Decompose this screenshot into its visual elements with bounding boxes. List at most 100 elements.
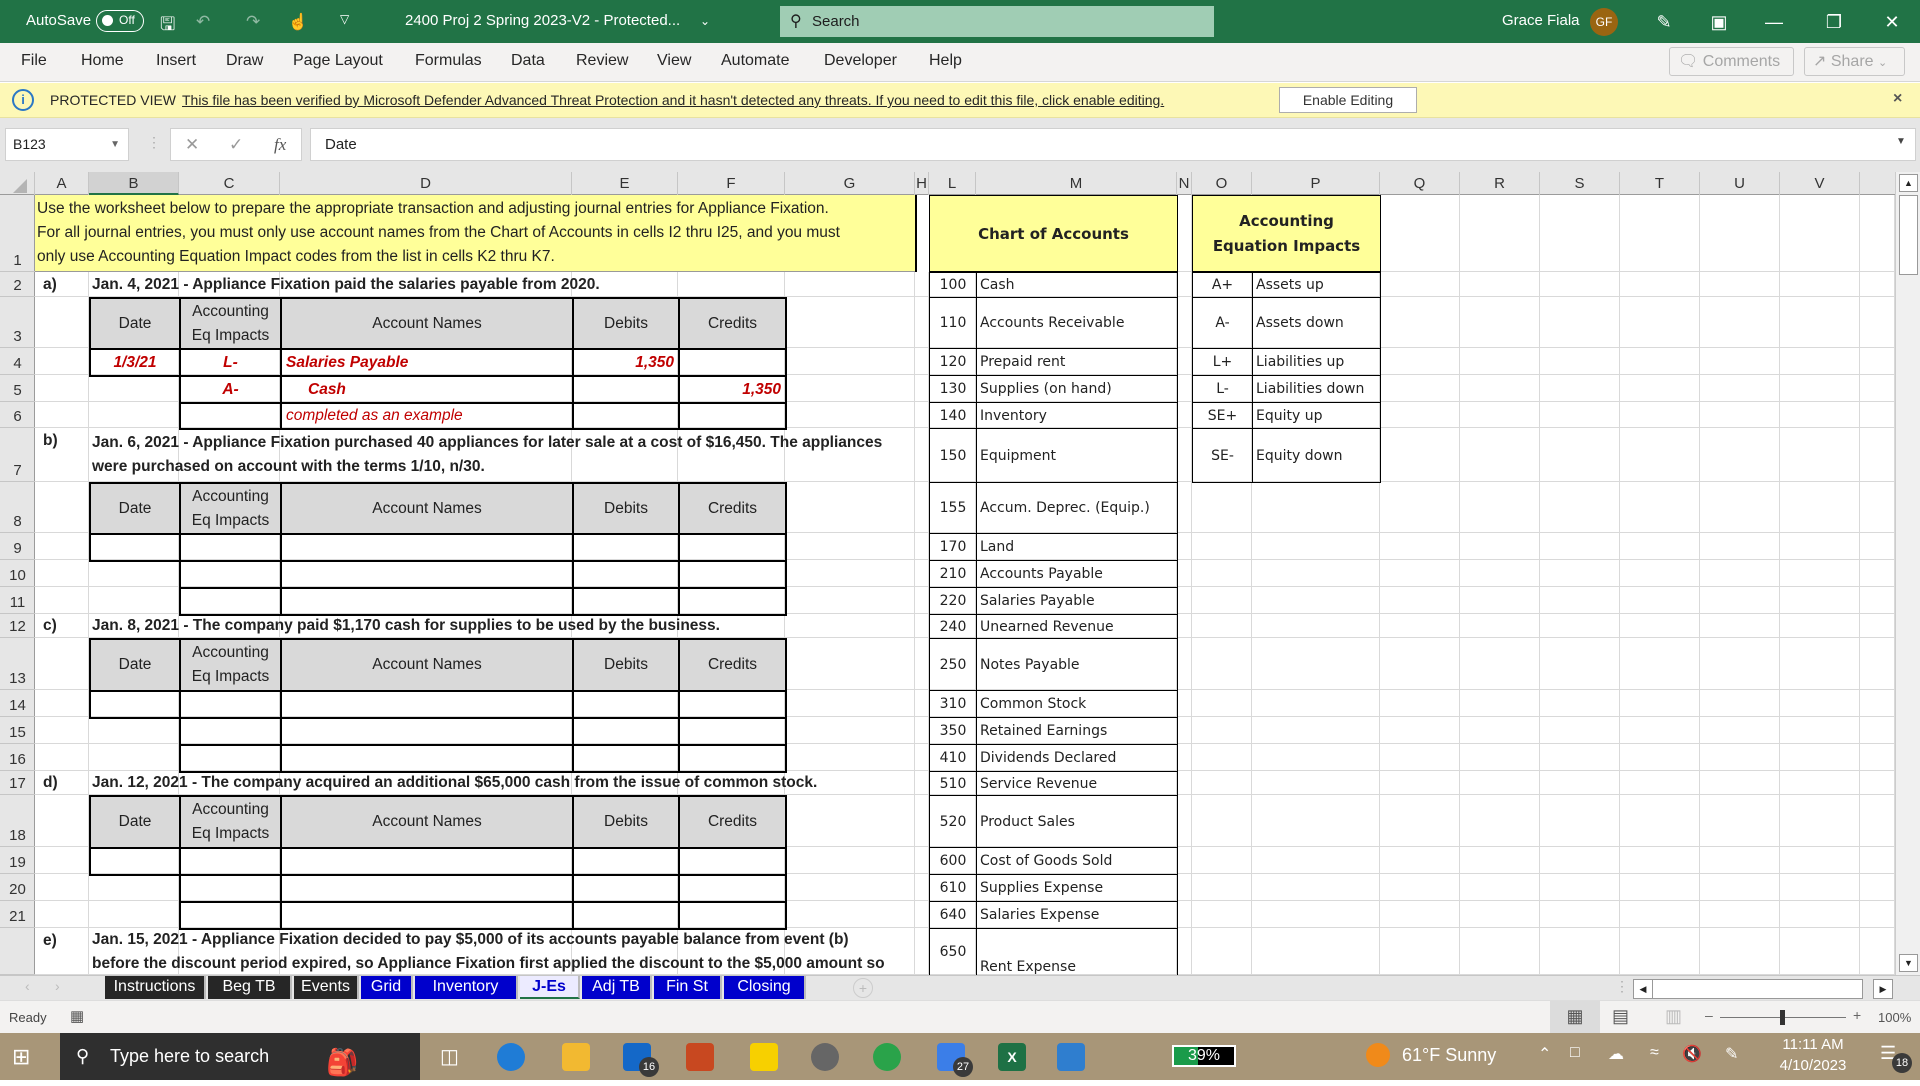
journal-cell-credits[interactable] bbox=[678, 587, 787, 616]
sheet-tab-adj-tb[interactable]: Adj TB bbox=[582, 976, 652, 999]
journal-cell-impacts[interactable] bbox=[179, 587, 282, 616]
journal-cell-accounts[interactable] bbox=[280, 690, 574, 719]
journal-cell-debits[interactable] bbox=[572, 744, 680, 773]
column-header[interactable]: G bbox=[785, 172, 915, 195]
row-header[interactable]: 4 bbox=[0, 348, 35, 375]
restore-icon[interactable]: ❐ bbox=[1820, 8, 1848, 36]
undo-icon[interactable]: ↶ bbox=[196, 12, 210, 32]
row-header[interactable]: 10 bbox=[0, 560, 35, 587]
edge-icon[interactable] bbox=[497, 1043, 525, 1071]
journal-cell-accounts[interactable] bbox=[280, 901, 574, 930]
redo-icon[interactable]: ↷ bbox=[246, 12, 260, 32]
share-button[interactable]: ↗ Share ⌄ bbox=[1804, 47, 1905, 76]
journal-cell-credits[interactable] bbox=[678, 402, 787, 430]
journal-cell-impacts[interactable] bbox=[179, 690, 282, 719]
journal-cell-debits[interactable] bbox=[572, 560, 680, 589]
zoom-in-icon[interactable]: + bbox=[1853, 1007, 1861, 1023]
journal-cell-debits[interactable] bbox=[572, 690, 680, 719]
user-name[interactable]: Grace Fiala bbox=[1502, 12, 1580, 29]
wifi-icon[interactable]: ≈ bbox=[1650, 1044, 1659, 1062]
row-header[interactable]: 6 bbox=[0, 402, 35, 428]
journal-cell-credits[interactable] bbox=[678, 533, 787, 562]
windows-start-icon[interactable]: ⊞ bbox=[12, 1044, 30, 1070]
row-header[interactable]: 2 bbox=[0, 272, 35, 297]
column-header[interactable]: A bbox=[35, 172, 89, 195]
zoom-slider-thumb[interactable] bbox=[1780, 1010, 1785, 1025]
journal-cell-debits[interactable] bbox=[572, 901, 680, 930]
scroll-up-icon[interactable]: ▲ bbox=[1899, 174, 1918, 192]
sheet-tab-inventory[interactable]: Inventory bbox=[415, 976, 518, 999]
journal-cell-debits[interactable] bbox=[572, 587, 680, 616]
mail-icon[interactable]: 16 bbox=[623, 1043, 659, 1077]
row-header[interactable]: 18 bbox=[0, 795, 35, 847]
app-icon[interactable] bbox=[873, 1043, 901, 1071]
battery-indicator[interactable]: 39% bbox=[1172, 1045, 1236, 1067]
row-header[interactable]: 14 bbox=[0, 690, 35, 717]
journal-cell-date[interactable] bbox=[89, 847, 181, 876]
meet-now-icon[interactable]: □ bbox=[1570, 1044, 1580, 1062]
taskbar-search[interactable]: ⚲ Type here to search 🎒 bbox=[60, 1033, 420, 1080]
journal-cell-debits[interactable] bbox=[572, 375, 680, 404]
journal-cell-credits[interactable] bbox=[678, 744, 787, 773]
app-icon[interactable] bbox=[686, 1043, 714, 1071]
journal-cell-accounts[interactable]: Salaries Payable bbox=[280, 348, 574, 377]
tab-draw[interactable]: Draw bbox=[226, 52, 263, 70]
journal-cell-credits[interactable] bbox=[678, 690, 787, 719]
journal-cell-date[interactable] bbox=[89, 533, 181, 562]
document-title[interactable]: 2400 Proj 2 Spring 2023-V2 - Protected..… bbox=[405, 12, 680, 29]
column-header[interactable]: P bbox=[1252, 172, 1380, 195]
sheet-tab-closing[interactable]: Closing bbox=[724, 976, 806, 999]
journal-cell-accounts[interactable]: Cash bbox=[280, 375, 574, 404]
close-icon[interactable]: ✕ bbox=[1878, 8, 1906, 36]
vertical-scroll-thumb[interactable] bbox=[1899, 195, 1918, 275]
column-header[interactable]: S bbox=[1540, 172, 1620, 195]
todo-icon[interactable]: 27 bbox=[937, 1043, 973, 1077]
new-sheet-icon[interactable]: + bbox=[853, 978, 873, 998]
column-header[interactable]: R bbox=[1460, 172, 1540, 195]
minimize-icon[interactable]: — bbox=[1760, 8, 1788, 36]
name-box[interactable]: B123 ▼ bbox=[5, 128, 129, 161]
worksheet-grid[interactable]: Use the worksheet below to prepare the a… bbox=[35, 195, 1895, 975]
clock-icon[interactable] bbox=[811, 1043, 839, 1071]
row-header[interactable]: 15 bbox=[0, 717, 35, 744]
accessibility-icon[interactable]: ▦ bbox=[70, 1007, 84, 1025]
journal-cell-impacts[interactable] bbox=[179, 717, 282, 746]
sticky-notes-icon[interactable] bbox=[750, 1043, 778, 1071]
autosave-toggle[interactable]: Off bbox=[96, 10, 144, 32]
horizontal-scrollbar[interactable]: ◀ bbox=[1633, 979, 1863, 999]
journal-cell-credits[interactable]: 1,350 bbox=[678, 375, 787, 404]
select-all[interactable] bbox=[0, 172, 35, 195]
task-view-icon[interactable]: ◫ bbox=[440, 1044, 459, 1069]
journal-cell-credits[interactable] bbox=[678, 348, 787, 377]
save-icon[interactable]: 🖫 bbox=[160, 12, 175, 42]
enter-icon[interactable]: ✓ bbox=[229, 129, 243, 160]
formula-input[interactable]: Date bbox=[310, 128, 1916, 161]
expand-formula-icon[interactable]: ▼ bbox=[1896, 136, 1906, 147]
journal-cell-credits[interactable] bbox=[678, 874, 787, 903]
next-sheet-icon[interactable]: › bbox=[55, 978, 60, 994]
pen-icon[interactable]: ✎ bbox=[1725, 1044, 1738, 1064]
journal-cell-impacts[interactable] bbox=[179, 744, 282, 773]
journal-cell-accounts[interactable] bbox=[280, 587, 574, 616]
journal-cell-debits[interactable] bbox=[572, 533, 680, 562]
row-header[interactable]: 3 bbox=[0, 297, 35, 348]
column-header[interactable]: M bbox=[976, 172, 1177, 195]
scroll-down-icon[interactable]: ▼ bbox=[1899, 954, 1918, 972]
tab-view[interactable]: View bbox=[657, 52, 691, 70]
journal-cell-debits[interactable] bbox=[572, 847, 680, 876]
tab-page-layout[interactable]: Page Layout bbox=[293, 52, 383, 70]
sheet-tab-beg-tb[interactable]: Beg TB bbox=[208, 976, 292, 999]
clock-time[interactable]: 11:11 AM bbox=[1778, 1036, 1848, 1053]
zoom-out-icon[interactable]: – bbox=[1705, 1007, 1713, 1023]
insert-function-icon[interactable]: fx bbox=[274, 129, 286, 160]
column-header[interactable]: O bbox=[1192, 172, 1252, 195]
file-explorer-icon[interactable] bbox=[562, 1043, 590, 1071]
cancel-icon[interactable]: ✕ bbox=[185, 129, 199, 160]
clock-date[interactable]: 4/10/2023 bbox=[1772, 1057, 1854, 1074]
coauthoring-icon[interactable]: ✎ bbox=[1650, 8, 1678, 36]
journal-cell-debits[interactable] bbox=[572, 717, 680, 746]
chevron-up-icon[interactable]: ⌃ bbox=[1538, 1044, 1551, 1064]
row-header[interactable]: 7 bbox=[0, 428, 35, 482]
column-header[interactable]: V bbox=[1780, 172, 1860, 195]
enable-editing-button[interactable]: Enable Editing bbox=[1279, 87, 1417, 113]
